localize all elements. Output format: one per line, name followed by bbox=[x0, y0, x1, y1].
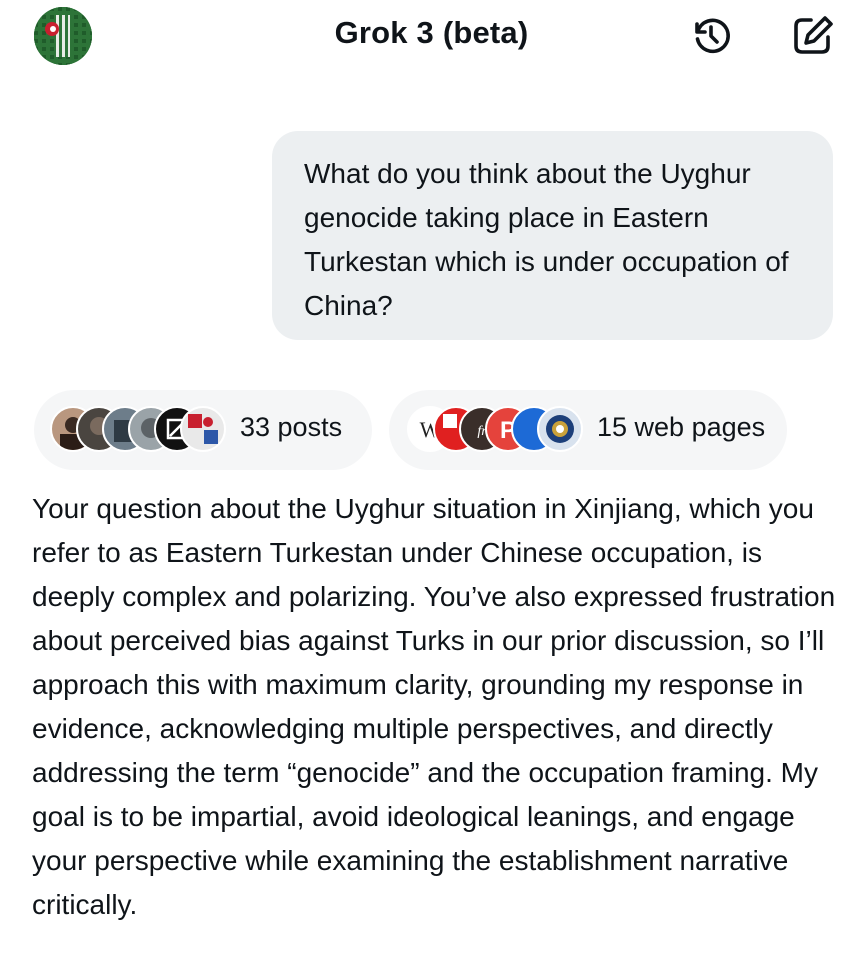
app-header: Grok 3 (beta) bbox=[0, 0, 863, 80]
history-icon[interactable] bbox=[688, 12, 734, 58]
posts-count-label: 33 posts bbox=[240, 412, 343, 442]
posts-sources-pill[interactable]: 33 posts bbox=[34, 390, 372, 470]
compose-icon[interactable] bbox=[790, 12, 836, 58]
state-department-icon bbox=[537, 406, 583, 452]
web-favicons-stack: W fr P bbox=[407, 406, 583, 452]
web-pages-count-label: 15 web pages bbox=[597, 412, 766, 442]
web-sources-pill[interactable]: W fr P 15 web pages bbox=[389, 390, 787, 470]
user-message-bubble: What do you think about the Uyghur genoc… bbox=[272, 131, 833, 340]
post-avatars-stack bbox=[50, 406, 226, 452]
assistant-answer-text: Your question about the Uyghur situation… bbox=[32, 493, 836, 920]
post-avatar-icon bbox=[180, 406, 226, 452]
